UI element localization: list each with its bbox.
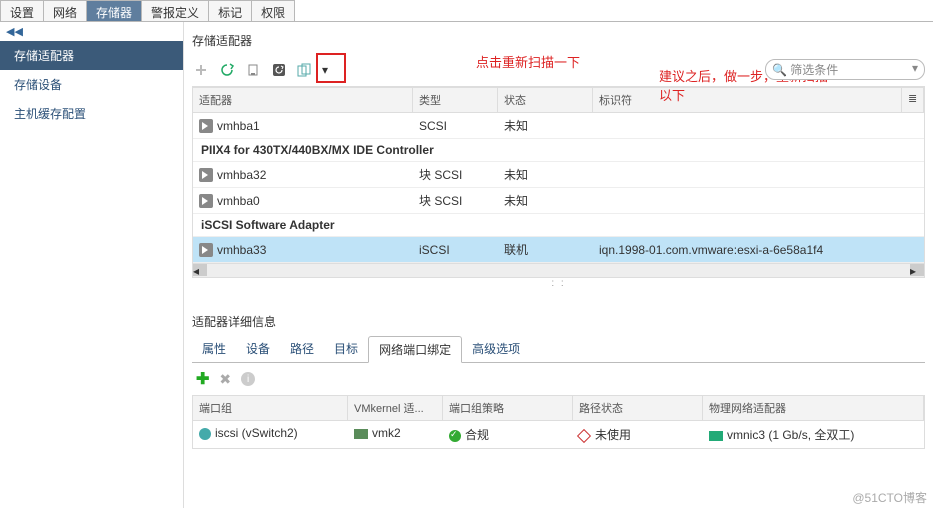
portgroup-icon <box>199 428 211 440</box>
adapter-row[interactable]: vmhba33iSCSI联机iqn.1998-01.com.vmware:esx… <box>193 237 924 263</box>
adapter-icon <box>199 194 213 208</box>
col-adapter[interactable]: 适配器 <box>193 88 413 112</box>
adapter-grid-header: 适配器 类型 状态 标识符 ≣ <box>192 87 925 113</box>
details-tab[interactable]: 高级选项 <box>462 336 530 362</box>
col-menu[interactable]: ≣ <box>902 88 924 112</box>
add-binding-button[interactable]: ✚ <box>196 369 209 389</box>
unused-icon <box>577 429 591 443</box>
details-tab[interactable]: 目标 <box>324 336 368 362</box>
top-tab[interactable]: 设置 <box>0 0 44 21</box>
adapter-details: 适配器详细信息 属性设备路径目标网络端口绑定高级选项 ✚ ✖ i 端口组 VMk… <box>192 313 925 449</box>
details-tab[interactable]: 路径 <box>280 336 324 362</box>
compliant-icon <box>449 430 461 442</box>
filter-input[interactable]: 🔍 筛选条件 <box>765 59 925 80</box>
adapter-row[interactable]: vmhba0块 SCSI未知 <box>193 188 924 214</box>
top-tab[interactable]: 存储器 <box>86 0 142 21</box>
remove-binding-button: ✖ <box>219 371 231 388</box>
adapter-row[interactable]: vmhba1SCSI未知 <box>193 113 924 139</box>
dropdown-arrow-icon[interactable]: ▾ <box>316 61 334 79</box>
sidebar-item[interactable]: 存储设备 <box>0 70 183 99</box>
col-identifier[interactable]: 标识符 <box>593 88 902 112</box>
vmkernel-icon <box>354 429 368 439</box>
details-tab[interactable]: 属性 <box>192 336 236 362</box>
nic-icon <box>709 431 723 441</box>
col-type[interactable]: 类型 <box>413 88 498 112</box>
sidebar-item[interactable]: 存储适配器 <box>0 41 183 70</box>
details-tabs: 属性设备路径目标网络端口绑定高级选项 <box>192 336 925 363</box>
adapter-group-header: PIIX4 for 430TX/440BX/MX IDE Controller <box>193 139 924 162</box>
binding-toolbar: ✚ ✖ i <box>192 363 925 395</box>
binding-grid-header: 端口组 VMkernel 适... 端口组策略 路径状态 物理网络适配器 <box>192 395 925 421</box>
host-icon[interactable] <box>244 61 262 79</box>
add-icon[interactable] <box>192 61 210 79</box>
sidebar-items: 存储适配器存储设备主机缓存配置 <box>0 41 183 128</box>
search-icon: 🔍 <box>772 63 787 77</box>
adapter-icon <box>199 243 213 257</box>
top-tab[interactable]: 警报定义 <box>141 0 209 21</box>
rescan-icon[interactable] <box>270 61 288 79</box>
copy-icon[interactable] <box>296 61 314 79</box>
main-content: 点击重新扫描一下 建议之后，做一步，重新扫描 以下 存储适配器 ▾ 🔍 筛选条件… <box>184 22 933 508</box>
col-status[interactable]: 状态 <box>498 88 593 112</box>
top-tab[interactable]: 权限 <box>251 0 295 21</box>
adapter-group-header: iSCSI Software Adapter <box>193 214 924 237</box>
adapter-row[interactable]: vmhba32块 SCSI未知 <box>193 162 924 188</box>
sidebar: ◀◀ 存储适配器存储设备主机缓存配置 <box>0 22 184 508</box>
adapter-icon <box>199 168 213 182</box>
refresh-icon[interactable] <box>218 61 236 79</box>
adapter-grid-body: vmhba1SCSI未知PIIX4 for 430TX/440BX/MX IDE… <box>192 113 925 264</box>
watermark: @51CTO博客 <box>852 489 927 506</box>
sidebar-item[interactable]: 主机缓存配置 <box>0 99 183 128</box>
info-icon[interactable]: i <box>241 372 255 386</box>
top-tab[interactable]: 网络 <box>43 0 87 21</box>
sidebar-collapse[interactable]: ◀◀ <box>0 22 183 41</box>
top-tab[interactable]: 标记 <box>208 0 252 21</box>
details-title: 适配器详细信息 <box>192 313 925 330</box>
section-title-adapters: 存储适配器 <box>192 32 925 49</box>
binding-row[interactable]: iscsi (vSwitch2) vmk2 合规 未使用 vmnic3 (1 G… <box>192 421 925 449</box>
splitter[interactable]: : : <box>192 278 925 289</box>
details-tab[interactable]: 设备 <box>236 336 280 362</box>
top-tabbar: 设置网络存储器警报定义标记权限 <box>0 0 933 22</box>
h-scrollbar[interactable]: ◂▸ <box>192 264 925 278</box>
adapter-toolbar: ▾ 🔍 筛选条件 <box>192 55 925 87</box>
adapter-icon <box>199 119 213 133</box>
details-tab[interactable]: 网络端口绑定 <box>368 336 462 363</box>
